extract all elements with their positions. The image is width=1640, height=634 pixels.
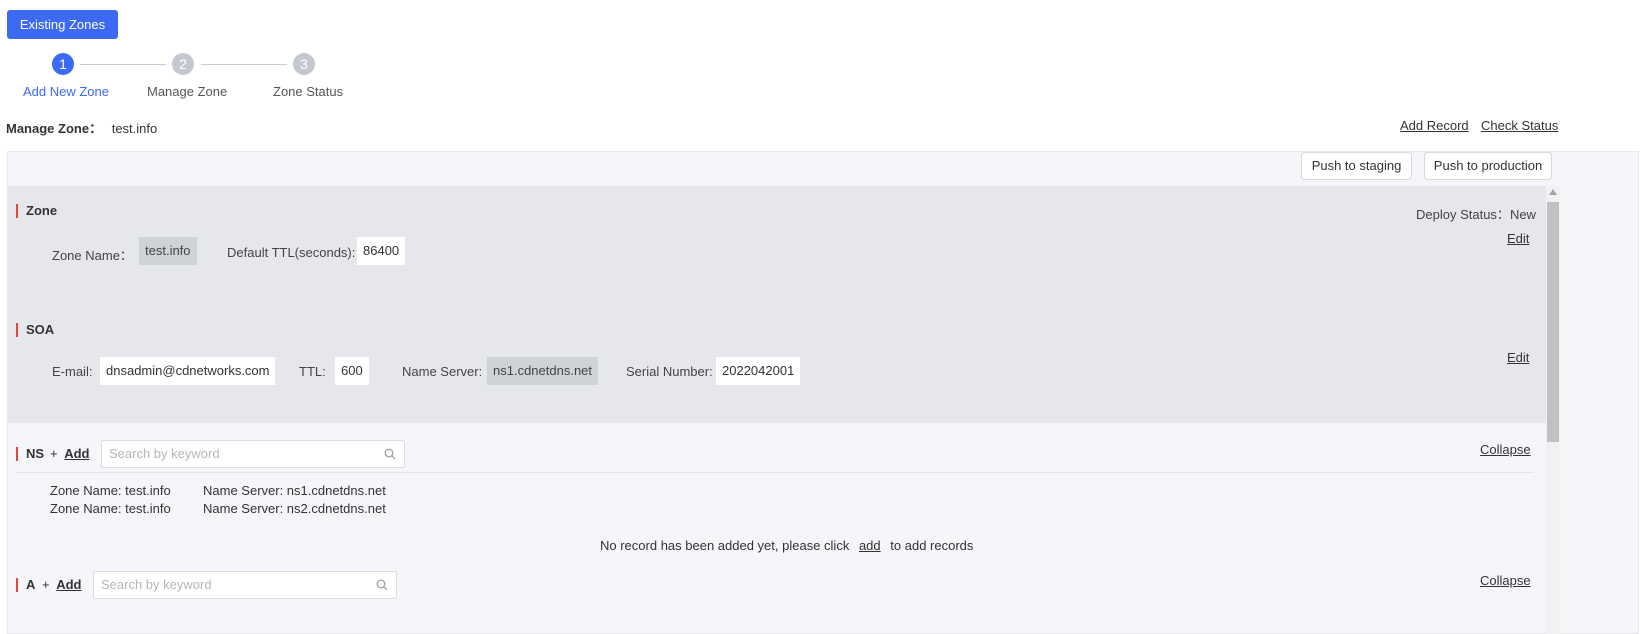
- manage-zone-value: test.info: [111, 121, 158, 136]
- push-to-staging-button[interactable]: Push to staging: [1301, 152, 1412, 180]
- ns-empty-add-link[interactable]: add: [859, 538, 881, 553]
- plus-icon: +: [50, 446, 58, 461]
- soa-serial-label: Serial Number:: [626, 364, 713, 379]
- plus-icon: +: [42, 577, 50, 592]
- ns-add-label: Add: [64, 446, 90, 461]
- push-to-production-button[interactable]: Push to production: [1424, 152, 1552, 180]
- scroll-up-arrow-icon[interactable]: [1549, 189, 1557, 195]
- zone-section-title: Zone: [16, 204, 57, 218]
- step-1-label[interactable]: Add New Zone: [23, 84, 109, 99]
- step-1-circle: 1: [52, 53, 74, 75]
- ns-search-placeholder: Search by keyword: [109, 446, 220, 461]
- scrollbar[interactable]: [1546, 186, 1560, 634]
- soa-edit-link[interactable]: Edit: [1507, 350, 1529, 365]
- step-2-circle: 2: [172, 53, 194, 75]
- check-status-link[interactable]: Check Status: [1481, 118, 1558, 133]
- search-icon: [376, 579, 388, 591]
- default-ttl-label: Default TTL(seconds):: [227, 245, 356, 260]
- step-connector-1: [80, 64, 166, 65]
- a-search-input[interactable]: Search by keyword: [93, 571, 397, 599]
- ns-record-1-zone: Zone Name: test.info: [50, 483, 171, 498]
- a-section-title: A: [16, 578, 35, 592]
- existing-zones-button[interactable]: Existing Zones: [7, 10, 118, 39]
- soa-email-label: E-mail:: [52, 364, 93, 379]
- deploy-status-label: Deploy Status：: [1416, 207, 1510, 222]
- soa-name-server-label: Name Server:: [402, 364, 483, 379]
- manage-zone-header: Manage Zone： test.info: [6, 118, 157, 137]
- deploy-status-value: New: [1509, 207, 1536, 222]
- zone-name-label: Zone Name：: [52, 248, 133, 263]
- add-record-link[interactable]: Add Record: [1400, 118, 1469, 133]
- ns-collapse-link[interactable]: Collapse: [1480, 442, 1531, 457]
- ns-empty-prefix: No record has been added yet, please cli…: [600, 538, 850, 553]
- ns-add-button[interactable]: + Add: [50, 446, 90, 461]
- ns-record-2-zone: Zone Name: test.info: [50, 501, 171, 516]
- soa-ttl-value: 600: [335, 357, 369, 385]
- soa-email-value: dnsadmin@cdnetworks.com: [100, 357, 276, 385]
- ns-section-title: NS: [16, 447, 44, 461]
- step-3-circle: 3: [293, 53, 315, 75]
- step-2-label[interactable]: Manage Zone: [147, 84, 227, 99]
- a-add-button[interactable]: + Add: [42, 577, 82, 592]
- scrollbar-thumb[interactable]: [1547, 202, 1559, 442]
- zone-soa-section: [8, 186, 1546, 423]
- zone-name-value: test.info: [139, 237, 197, 265]
- ns-record-2-server: Name Server: ns2.cdnetdns.net: [203, 501, 386, 516]
- soa-ttl-label: TTL:: [299, 364, 326, 379]
- manage-zone-label: Manage Zone：: [6, 121, 103, 136]
- ns-search-input[interactable]: Search by keyword: [101, 440, 405, 468]
- step-3-label[interactable]: Zone Status: [273, 84, 343, 99]
- ns-divider: [16, 472, 1534, 473]
- default-ttl-value: 86400: [357, 237, 406, 265]
- soa-serial-value: 2022042001: [716, 357, 801, 385]
- search-icon: [384, 448, 396, 460]
- zone-edit-link[interactable]: Edit: [1507, 231, 1529, 246]
- soa-section-title: SOA: [16, 323, 54, 337]
- deploy-status: Deploy Status：New: [1416, 204, 1536, 223]
- a-collapse-link[interactable]: Collapse: [1480, 573, 1531, 588]
- step-connector-2: [201, 64, 287, 65]
- a-search-placeholder: Search by keyword: [101, 577, 212, 592]
- soa-name-server-value: ns1.cdnetdns.net: [487, 357, 599, 385]
- ns-empty-message: No record has been added yet, please cli…: [600, 538, 973, 553]
- ns-record-1-server: Name Server: ns1.cdnetdns.net: [203, 483, 386, 498]
- ns-empty-suffix: to add records: [890, 538, 974, 553]
- a-add-label: Add: [56, 577, 82, 592]
